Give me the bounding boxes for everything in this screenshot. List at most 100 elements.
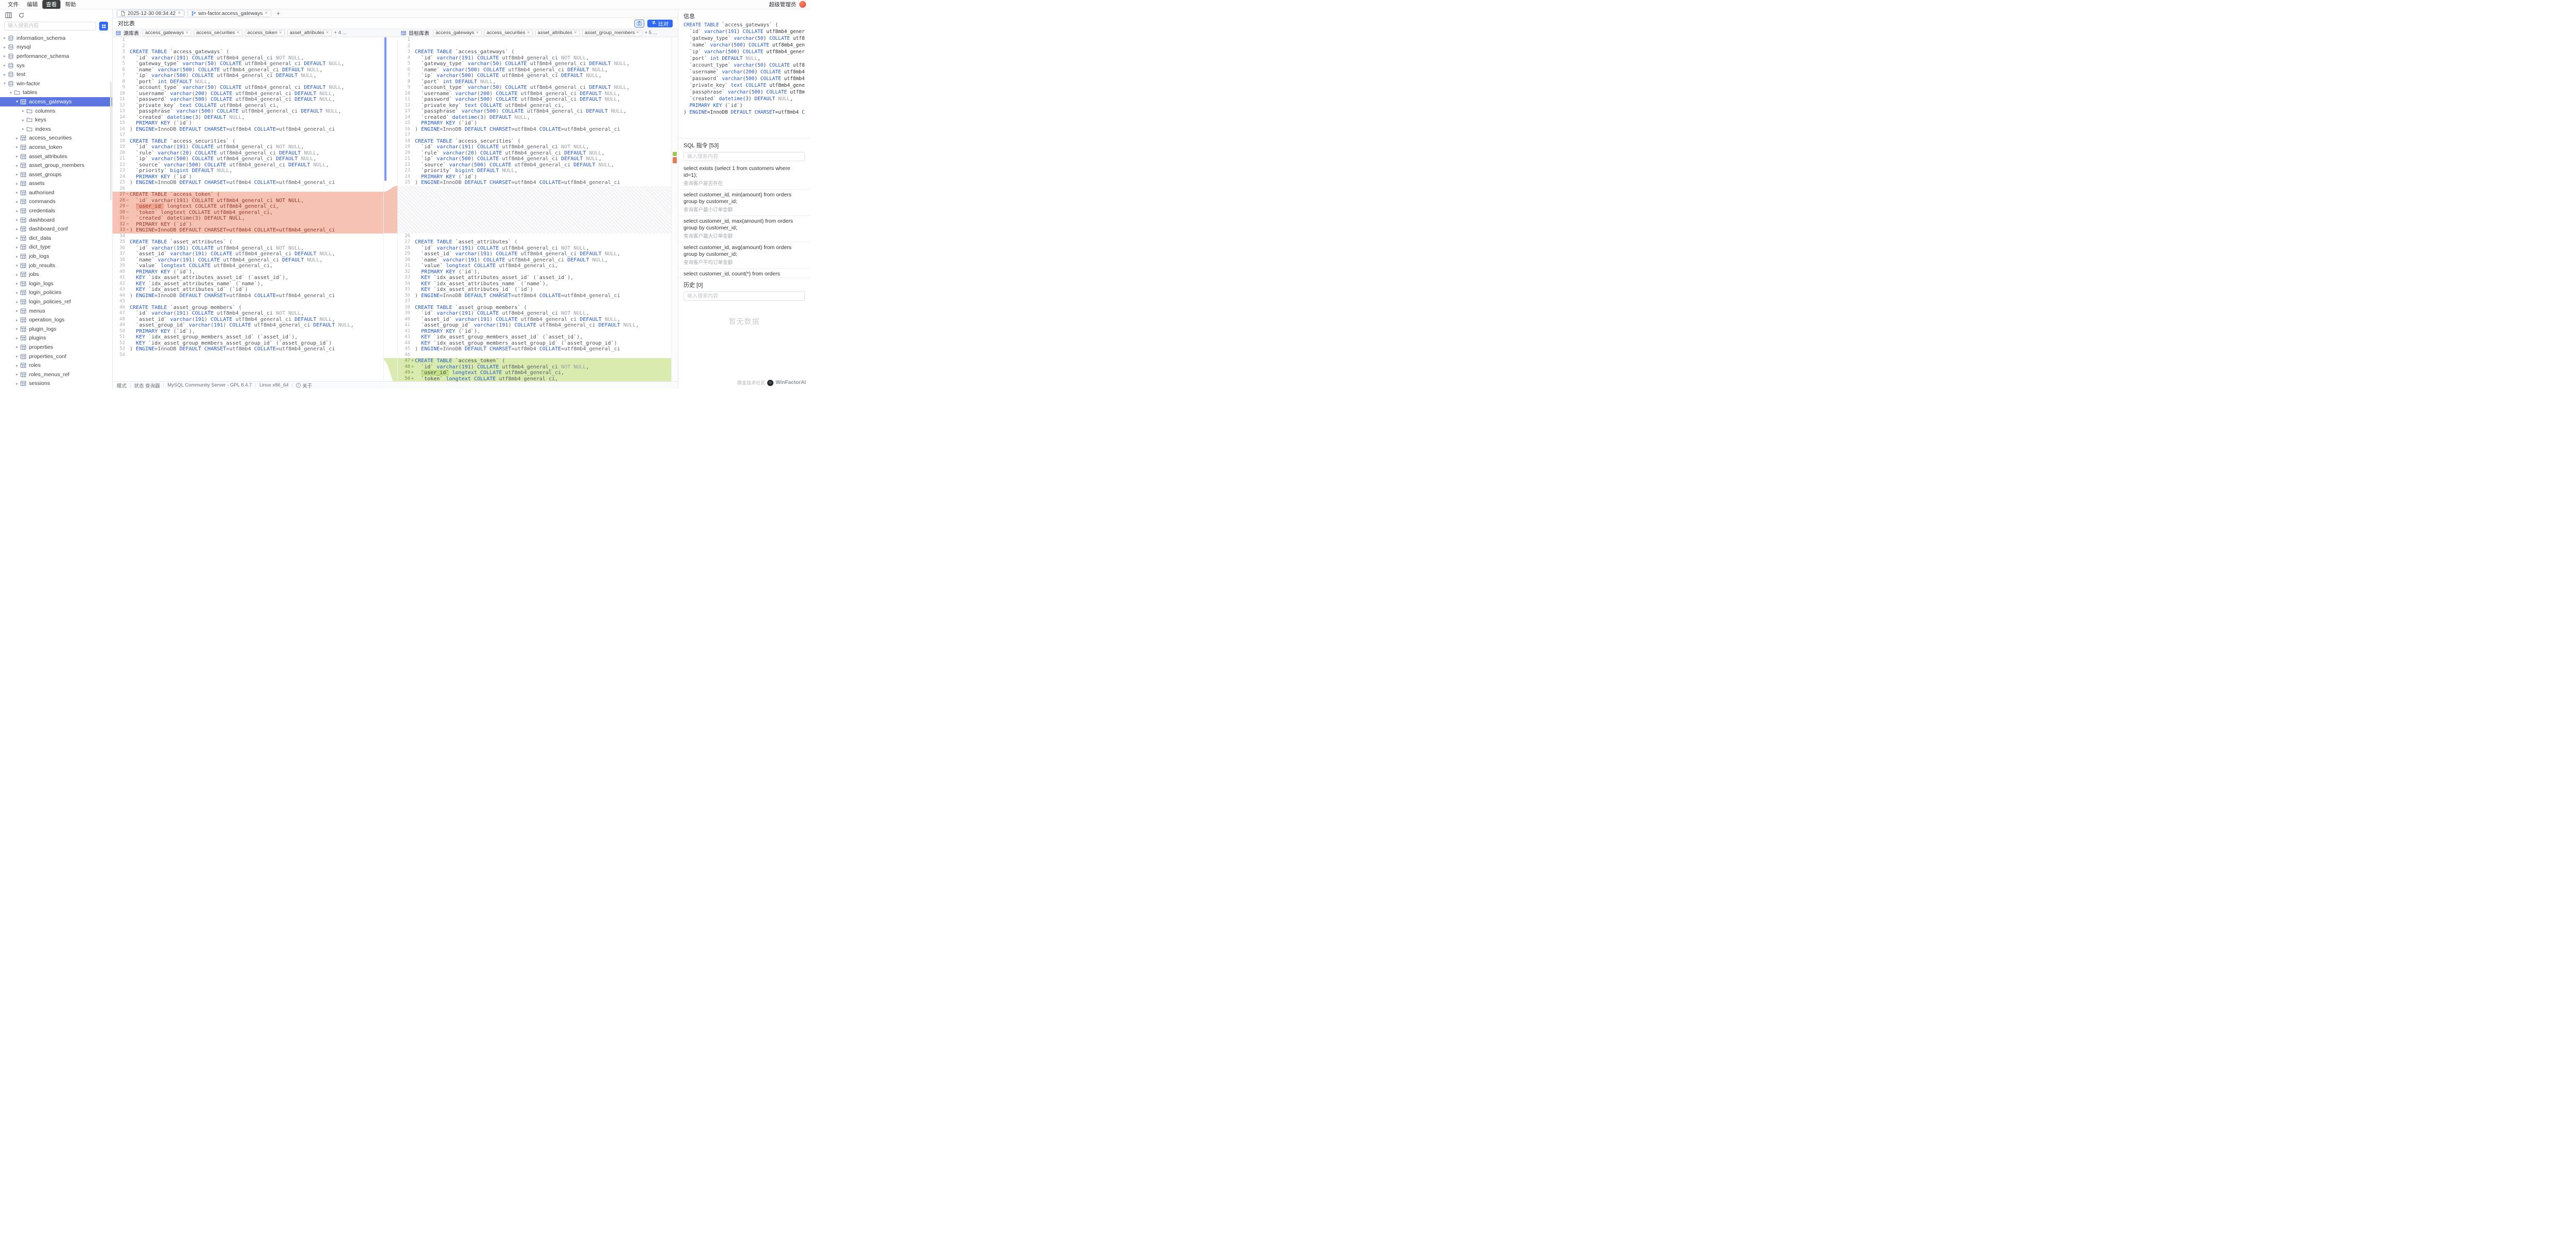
chevron-right-icon[interactable]: ▸ (14, 381, 20, 386)
pane-tab-access_token[interactable]: access_token× (245, 30, 285, 36)
chevron-right-icon[interactable]: ▸ (14, 209, 20, 213)
chevron-right-icon[interactable]: ▸ (21, 118, 26, 122)
tree-item-mysql[interactable]: ▸mysql (0, 43, 112, 52)
tree-item-operation_logs[interactable]: ▸operation_logs (0, 315, 112, 325)
close-icon[interactable]: × (185, 30, 189, 36)
chevron-right-icon[interactable]: ▸ (14, 336, 20, 341)
pane-tab-asset_attributes[interactable]: asset_attributes× (287, 30, 332, 36)
tree-item-asset_groups[interactable]: ▸asset_groups (0, 170, 112, 179)
chevron-right-icon[interactable]: ▸ (2, 54, 7, 58)
layout-icon[interactable] (5, 12, 12, 19)
tree-item-login_logs[interactable]: ▸login_logs (0, 279, 112, 288)
sql-commands-search-input[interactable] (684, 152, 805, 161)
user-avatar[interactable] (799, 1, 806, 8)
tree-item-access_gateways[interactable]: ▾access_gateways (0, 97, 112, 106)
chevron-right-icon[interactable]: ▸ (14, 154, 20, 159)
tree-item-test[interactable]: ▸test (0, 70, 112, 79)
tree-item-jobs[interactable]: ▸jobs (0, 270, 112, 279)
pane-tab-asset_attributes[interactable]: asset_attributes× (535, 30, 580, 36)
close-icon[interactable]: × (237, 30, 240, 36)
sidebar-scrollbar[interactable] (110, 82, 112, 200)
history-search-input[interactable] (684, 291, 805, 301)
target-tabs-overflow[interactable]: + 5 ... (645, 30, 657, 36)
chevron-right-icon[interactable]: ▸ (14, 327, 20, 331)
chevron-right-icon[interactable]: ▸ (14, 145, 20, 149)
chevron-right-icon[interactable]: ▸ (14, 272, 20, 277)
chevron-right-icon[interactable]: ▸ (14, 163, 20, 168)
source-code-pane[interactable]: 123CREATE TABLE `access_gateways` (4 `id… (113, 37, 383, 381)
sidebar-search-input[interactable] (4, 22, 96, 30)
chevron-right-icon[interactable]: ▸ (14, 308, 20, 313)
tree-item-plugin_logs[interactable]: ▸plugin_logs (0, 325, 112, 334)
chevron-right-icon[interactable]: ▸ (14, 300, 20, 304)
tree-item-access_securities[interactable]: ▸access_securities (0, 134, 112, 143)
sql-command-item[interactable]: select customer_id, min(amount) from ord… (678, 190, 810, 216)
menu-item-查看[interactable]: 查看 (42, 0, 60, 9)
tree-item-access_token[interactable]: ▸access_token (0, 143, 112, 152)
tree-item-dict_type[interactable]: ▸dict_type (0, 243, 112, 252)
tree-item-assets[interactable]: ▸assets (0, 179, 112, 189)
tree-item-dashboard[interactable]: ▸dashboard (0, 215, 112, 225)
pane-tab-access_gateways[interactable]: access_gateways× (433, 30, 482, 36)
tree-item-information_schema[interactable]: ▸information_schema (0, 34, 112, 43)
chevron-right-icon[interactable]: ▸ (14, 363, 20, 368)
chevron-right-icon[interactable]: ▸ (14, 254, 20, 259)
tab-win-factor.access_gateways[interactable]: win-factor.access_gateways× (188, 10, 271, 17)
refresh-icon[interactable] (18, 12, 25, 19)
user-name[interactable]: 超级管理员 (769, 1, 797, 8)
sql-command-item[interactable]: select customer_id, avg(amount) from ord… (678, 242, 810, 269)
tree-item-tables[interactable]: ▾tables (0, 88, 112, 98)
camera-icon[interactable] (634, 20, 644, 27)
close-icon[interactable]: × (476, 30, 479, 36)
tree-item-authorised[interactable]: ▸authorised (0, 188, 112, 197)
pane-tab-access_securities[interactable]: access_securities× (194, 30, 242, 36)
tree-item-credentials[interactable]: ▸credentials (0, 206, 112, 215)
tree-item-performance_schema[interactable]: ▸performance_schema (0, 52, 112, 61)
chevron-right-icon[interactable]: ▸ (21, 109, 26, 113)
menu-item-编辑[interactable]: 编辑 (23, 0, 41, 9)
close-icon[interactable]: × (326, 30, 329, 36)
chevron-right-icon[interactable]: ▸ (14, 263, 20, 268)
chevron-right-icon[interactable]: ▸ (21, 127, 26, 131)
close-icon[interactable]: × (178, 11, 181, 16)
menu-item-文件[interactable]: 文件 (4, 0, 22, 9)
tree-item-dashboard_conf[interactable]: ▸dashboard_conf (0, 224, 112, 234)
chevron-down-icon[interactable]: ▾ (14, 99, 20, 104)
target-code-pane[interactable]: 123CREATE TABLE `access_gateways` (4 `id… (398, 37, 671, 381)
close-icon[interactable]: × (527, 30, 530, 36)
tree-item-win-factor[interactable]: ▾win-factor (0, 79, 112, 88)
tree-item-sessions[interactable]: ▸sessions (0, 379, 112, 389)
chevron-right-icon[interactable]: ▸ (14, 345, 20, 349)
diff-overview-ruler[interactable] (671, 37, 678, 381)
chevron-right-icon[interactable]: ▸ (14, 136, 20, 141)
close-icon[interactable]: × (574, 30, 577, 36)
sql-command-item[interactable]: select customer_id, max(amount) from ord… (678, 216, 810, 242)
chevron-right-icon[interactable]: ▸ (14, 281, 20, 286)
add-icon[interactable]: + (274, 10, 282, 17)
tree-item-commands[interactable]: ▸commands (0, 197, 112, 207)
chevron-right-icon[interactable]: ▸ (14, 172, 20, 177)
chevron-right-icon[interactable]: ▸ (14, 318, 20, 322)
pane-tab-access_securities[interactable]: access_securities× (484, 30, 533, 36)
sql-command-item[interactable]: select exists (select 1 from customers w… (678, 163, 810, 190)
chevron-right-icon[interactable]: ▸ (2, 36, 7, 40)
source-tabs-overflow[interactable]: + 4 ... (334, 30, 347, 36)
chevron-right-icon[interactable]: ▸ (14, 199, 20, 204)
tree-item-menus[interactable]: ▸menus (0, 306, 112, 316)
chevron-right-icon[interactable]: ▸ (14, 372, 20, 377)
tree-item-indexs[interactable]: ▸indexs (0, 125, 112, 134)
tree-item-roles[interactable]: ▸roles (0, 361, 112, 370)
tree-item-plugins[interactable]: ▸plugins (0, 334, 112, 343)
status-item-关于[interactable]: i关于 (296, 382, 312, 389)
tree-item-login_policies[interactable]: ▸login_policies (0, 288, 112, 298)
tree-item-properties[interactable]: ▸properties (0, 343, 112, 352)
tree-item-asset_attributes[interactable]: ▸asset_attributes (0, 152, 112, 161)
tree-item-properties_conf[interactable]: ▸properties_conf (0, 352, 112, 361)
tree-item-login_policies_ref[interactable]: ▸login_policies_ref (0, 297, 112, 306)
tree-item-roles_menus_ref[interactable]: ▸roles_menus_ref (0, 370, 112, 379)
compare-button[interactable]: 比对 (647, 20, 673, 27)
chevron-right-icon[interactable]: ▸ (2, 63, 7, 68)
chevron-right-icon[interactable]: ▸ (14, 290, 20, 295)
chevron-right-icon[interactable]: ▸ (2, 72, 7, 77)
close-icon[interactable]: × (637, 30, 640, 36)
